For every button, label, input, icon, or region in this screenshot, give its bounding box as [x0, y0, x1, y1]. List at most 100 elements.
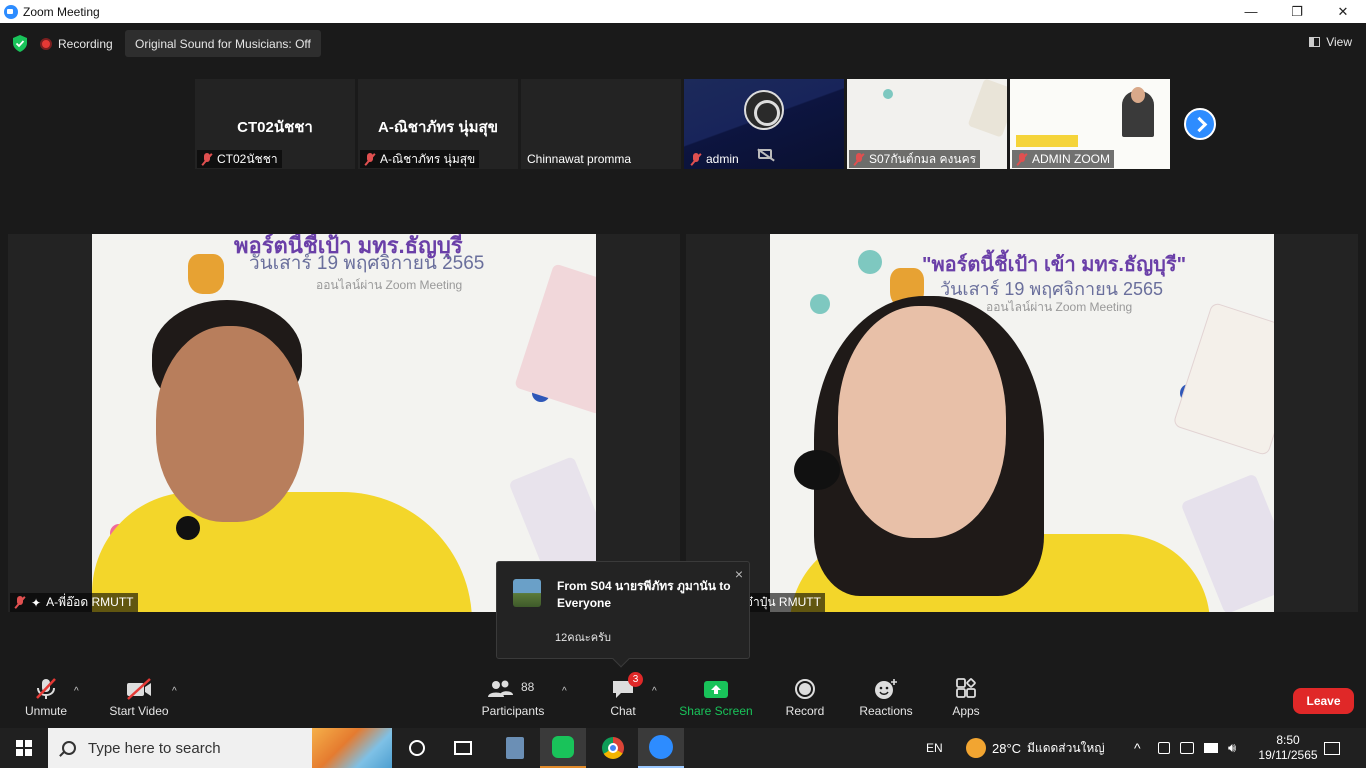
- chat-message: 12คณะครับ: [555, 632, 611, 644]
- video-off-icon: [127, 678, 151, 700]
- minimize-button[interactable]: —: [1228, 0, 1274, 23]
- notification-center-icon[interactable]: [1324, 728, 1340, 768]
- task-view-icon[interactable]: [440, 728, 486, 768]
- pin-icon: ✦: [31, 595, 42, 610]
- participants-button[interactable]: 88 Participants: [478, 678, 548, 718]
- participants-label: Participants: [481, 704, 545, 718]
- poster-date-banner: [1016, 135, 1078, 147]
- network-icon[interactable]: [1204, 743, 1218, 753]
- close-icon[interactable]: ×: [735, 566, 743, 582]
- video-name-tag: จ๋าปุ๋น RMUTT: [742, 593, 825, 612]
- apps-icon: [956, 678, 976, 698]
- chat-button[interactable]: 3 Chat: [604, 672, 643, 718]
- show-hidden-icons-caret-icon[interactable]: ^: [1134, 728, 1141, 768]
- chat-sender: From S04 นายรพีภัทร ภูมานัน to Everyone: [557, 579, 731, 610]
- original-sound-button[interactable]: Original Sound for Musicians: Off: [125, 30, 321, 57]
- slide-decoration: [514, 263, 596, 415]
- chat-options-caret-icon[interactable]: ^: [652, 686, 657, 697]
- search-highlight-image: [312, 728, 392, 768]
- start-video-button[interactable]: Start Video: [104, 678, 174, 718]
- participants-options-caret-icon[interactable]: ^: [562, 686, 567, 697]
- recording-indicator[interactable]: Recording: [40, 33, 113, 55]
- slide-decoration: [810, 294, 830, 314]
- mic-muted-icon: [14, 596, 26, 609]
- slide-decoration: [883, 89, 893, 99]
- chat-notification[interactable]: From S04 นายรพีภัทร ภูมานัน to Everyone …: [496, 561, 750, 668]
- record-label: Record: [785, 704, 825, 718]
- mic-muted-icon: [690, 152, 702, 166]
- share-screen-icon: [704, 681, 728, 698]
- participant-name: A-พี่อ๊อด RMUTT: [46, 595, 134, 609]
- participant-name-tag: CT02นัชชา: [197, 150, 282, 168]
- close-window-button[interactable]: ✕: [1320, 0, 1366, 23]
- unmute-button[interactable]: Unmute: [18, 678, 74, 718]
- maximize-button[interactable]: ❐: [1274, 0, 1320, 23]
- next-page-arrow-icon[interactable]: [1184, 108, 1216, 140]
- apps-button[interactable]: Apps: [948, 678, 984, 718]
- video-tile-left[interactable]: พอร์ตนี้ชี้เป้า มทร.ธัญบุรี วันเสาร์ 19 …: [8, 234, 680, 612]
- participant-name-tag: A-ณิชาภัทร นุ่มสุข: [360, 150, 480, 168]
- participant-name: CT02นัชชา: [217, 151, 278, 166]
- apps-label: Apps: [952, 704, 980, 718]
- volume-icon[interactable]: 🔊︎: [1228, 740, 1236, 756]
- participants-count: 88: [521, 680, 535, 694]
- slide-decoration: [1172, 301, 1274, 457]
- participant-thumb[interactable]: A-ณิชาภัทร นุ่มสุข A-ณิชาภัทร นุ่มสุข: [358, 79, 518, 169]
- clock[interactable]: 8:50 19/11/2565: [1258, 728, 1318, 768]
- participant-name-tag: S07กันต์กมล คงนคร: [849, 150, 981, 168]
- leave-button[interactable]: Leave: [1293, 688, 1354, 714]
- microphone: [176, 516, 200, 540]
- input-language[interactable]: EN: [926, 728, 943, 768]
- start-video-label: Start Video: [109, 704, 169, 718]
- participant-name: ADMIN ZOOM: [1032, 152, 1110, 166]
- taskbar-search-box[interactable]: Type here to search: [48, 728, 392, 768]
- reactions-button[interactable]: Reactions: [856, 678, 916, 718]
- participant-name: S07กันต์กมล คงนคร: [869, 151, 977, 166]
- security-shield-icon[interactable]: [12, 35, 28, 52]
- participant-thumb[interactable]: ADMIN ZOOM: [1010, 79, 1170, 169]
- participants-icon: 88: [483, 678, 543, 700]
- person-face: [838, 306, 1006, 538]
- video-feed: "พอร์ตนี้ชี้เป้า เข้า มทร.ธัญบุรี" วันเส…: [770, 234, 1274, 612]
- participant-thumb[interactable]: admin: [684, 79, 844, 169]
- chrome-app-icon[interactable]: [590, 728, 636, 768]
- popup-tail: [612, 650, 630, 668]
- recording-label: Recording: [58, 37, 113, 51]
- meeting-toolbar: Unmute ^ Start Video ^ 88 Participants ^…: [0, 668, 1366, 728]
- chat-icon: 3: [611, 672, 643, 700]
- window-title: Zoom Meeting: [23, 4, 100, 19]
- unmute-label: Unmute: [24, 704, 68, 718]
- audio-options-caret-icon[interactable]: ^: [74, 686, 79, 697]
- clock-date: 19/11/2565: [1258, 748, 1318, 762]
- task-view-circle-icon[interactable]: [394, 728, 440, 768]
- weather-description: มีแดดส่วนใหญ่: [1027, 740, 1105, 755]
- mic-muted-icon: [853, 152, 865, 166]
- search-placeholder: Type here to search: [88, 739, 221, 757]
- record-icon: [795, 679, 815, 699]
- camera-tray-icon[interactable]: [1180, 742, 1194, 754]
- participant-display-name: A-ณิชาภัทร นุ่มสุข: [378, 119, 498, 136]
- windows-start-icon[interactable]: [16, 740, 32, 756]
- participant-thumb[interactable]: S07กันต์กมล คงนคร: [847, 79, 1007, 169]
- participant-thumb[interactable]: CT02นัชชา CT02นัชชา: [195, 79, 355, 169]
- record-button[interactable]: Record: [782, 678, 828, 718]
- weather-widget[interactable]: 28°C มีแดดส่วนใหญ่: [966, 728, 1105, 768]
- reactions-smile-icon: [875, 679, 897, 699]
- meet-now-icon[interactable]: [1158, 742, 1170, 754]
- video-name-tag: ✦ A-พี่อ๊อด RMUTT: [10, 593, 138, 612]
- slide-subtitle: ออนไลน์ผ่าน Zoom Meeting: [986, 300, 1133, 314]
- participant-name: Chinnawat promma: [527, 152, 632, 166]
- person-face: [156, 326, 304, 522]
- chat-unread-badge: 3: [628, 672, 643, 687]
- zoom-taskbar-icon[interactable]: [638, 728, 684, 768]
- view-button[interactable]: View: [1309, 35, 1352, 49]
- reactions-label: Reactions: [859, 704, 913, 718]
- sender-avatar: [513, 579, 541, 607]
- participant-thumb[interactable]: Chinnawat promma: [521, 79, 681, 169]
- line-app-icon[interactable]: [540, 728, 586, 768]
- calculator-app-icon[interactable]: [492, 728, 538, 768]
- share-screen-button[interactable]: Share Screen: [678, 678, 754, 718]
- slide-decoration: [858, 250, 882, 274]
- video-tile-right[interactable]: "พอร์ตนี้ชี้เป้า เข้า มทร.ธัญบุรี" วันเส…: [686, 234, 1358, 612]
- video-options-caret-icon[interactable]: ^: [172, 686, 177, 697]
